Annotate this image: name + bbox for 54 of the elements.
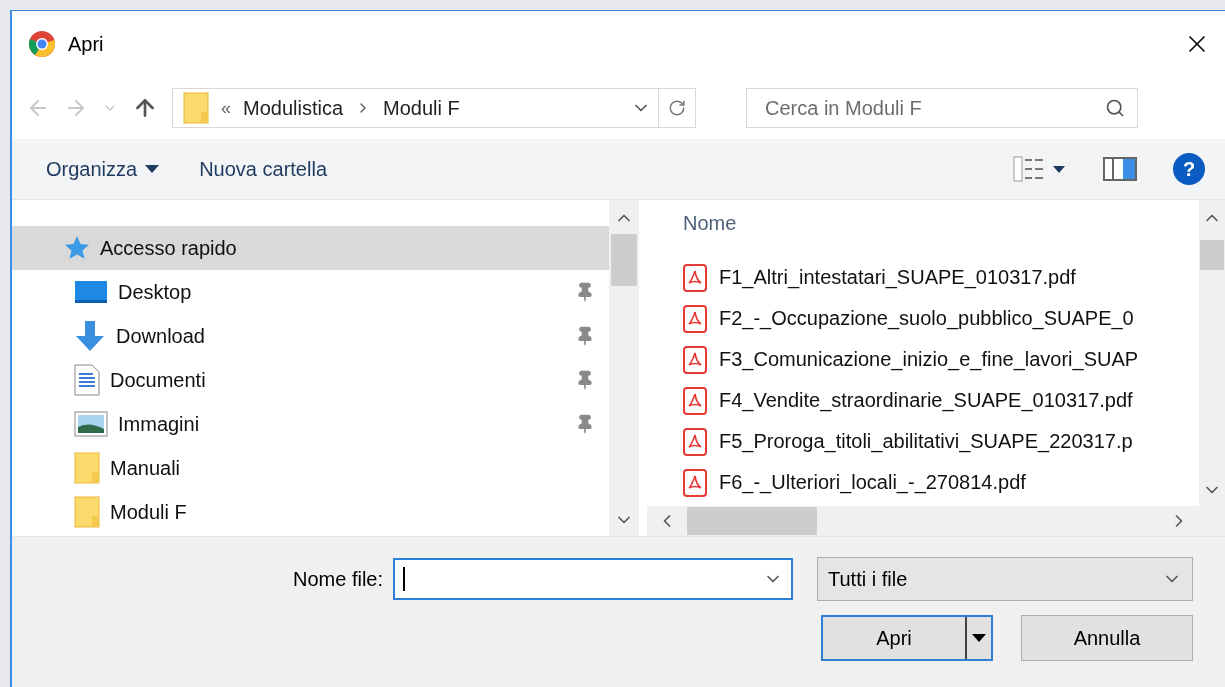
sidebar-item[interactable]: Desktop <box>12 270 609 314</box>
help-icon[interactable]: ? <box>1173 153 1205 185</box>
file-name[interactable]: F2_-_Occupazione_suolo_pubblico_SUAPE_0 <box>719 307 1134 330</box>
caret-icon[interactable] <box>972 634 986 642</box>
horizontal-scrollbar[interactable] <box>647 506 1225 536</box>
breadcrumb-item[interactable]: Modulistica <box>243 96 344 120</box>
sidebar-item[interactable]: Download <box>12 314 609 358</box>
column-header[interactable]: Nome <box>683 212 737 235</box>
browser-logo-icon <box>28 30 56 58</box>
window-title: Apri <box>68 32 105 56</box>
search-input[interactable]: Cerca in Moduli F <box>763 95 1105 121</box>
download-arrow-icon <box>74 320 106 352</box>
scroll-thumb[interactable] <box>611 234 637 286</box>
sidebar-item[interactable]: Immagini <box>12 402 609 446</box>
pdf-file-icon <box>683 468 707 497</box>
scrollbar[interactable] <box>609 200 639 536</box>
scrollbar[interactable] <box>1199 200 1225 506</box>
folder-icon <box>74 452 100 484</box>
new-folder-button[interactable]: Nuova cartella <box>199 157 327 181</box>
file-name[interactable]: F3_Comunicazione_inizio_e_fine_lavori_SUAP <box>719 348 1139 371</box>
pdf-file-icon <box>683 263 707 292</box>
file-name[interactable]: F4_Vendite_straordinarie_SUAPE_010317.pdf <box>719 389 1133 412</box>
file-name-label: Nome file: <box>292 567 383 591</box>
pdf-file-icon <box>683 345 707 374</box>
file-type-dropdown[interactable]: Tutti i file <box>817 557 1193 601</box>
search-icon[interactable] <box>1105 98 1125 118</box>
folder-icon <box>183 92 209 124</box>
document-icon <box>74 364 100 396</box>
organize-menu-button[interactable]: Organizza <box>46 157 160 181</box>
overflow-mark[interactable]: « <box>221 97 231 119</box>
view-options-icon[interactable] <box>1013 156 1067 182</box>
sidebar-item[interactable]: Documenti <box>12 358 609 402</box>
preview-pane-icon[interactable] <box>1103 157 1137 181</box>
cancel-button[interactable]: Annulla <box>1021 615 1193 661</box>
picture-icon <box>74 411 108 437</box>
folder-icon <box>74 496 100 528</box>
monitor-icon <box>74 280 108 304</box>
file-name[interactable]: F5_Proroga_titoli_abilitativi_SUAPE_220317.p <box>719 430 1133 453</box>
scroll-thumb[interactable] <box>1200 240 1224 270</box>
search-field[interactable]: Cerca in Moduli F <box>746 88 1138 128</box>
sidebar-item[interactable]: Accesso rapido <box>12 226 609 270</box>
pdf-file-icon <box>683 427 707 456</box>
address-bar[interactable]: « Modulistica Moduli F <box>172 88 696 128</box>
scroll-thumb[interactable] <box>687 507 817 535</box>
sidebar-item[interactable]: Manuali <box>12 446 609 490</box>
file-name[interactable]: F6_-_Ulteriori_locali_-_270814.pdf <box>719 471 1026 494</box>
file-name-field[interactable] <box>393 558 793 600</box>
caret-icon <box>145 165 160 173</box>
open-button[interactable]: Apri <box>821 615 993 661</box>
breadcrumb-item[interactable]: Moduli F <box>383 96 460 120</box>
pdf-file-icon <box>683 304 707 333</box>
pdf-file-icon <box>683 386 707 415</box>
file-name[interactable]: F1_Altri_intestatari_SUAPE_010317.pdf <box>719 266 1076 289</box>
sidebar-item[interactable]: Moduli F <box>12 490 609 534</box>
